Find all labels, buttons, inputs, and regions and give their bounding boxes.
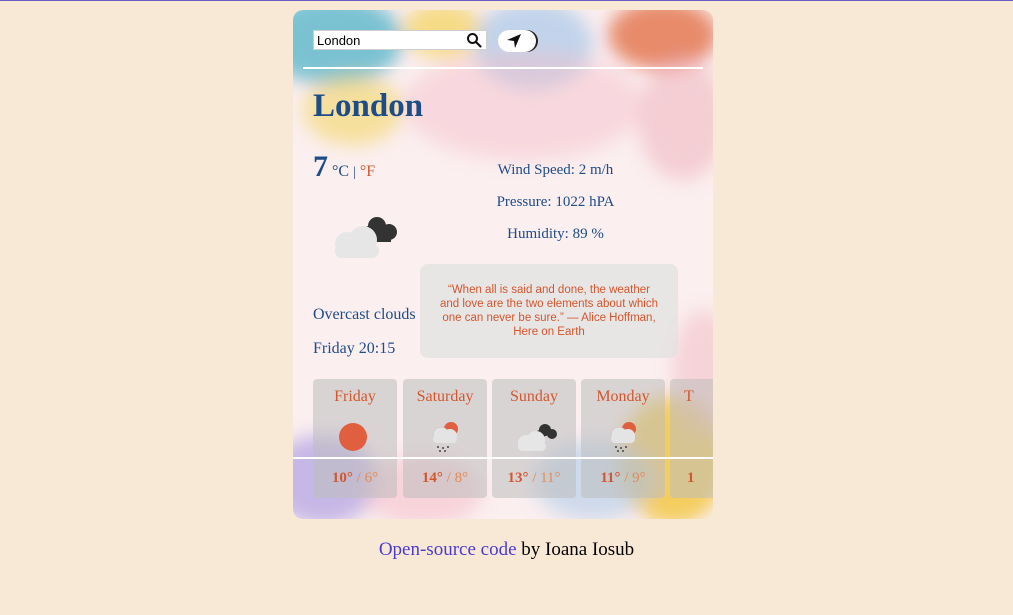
forecast-separator: /: [532, 470, 537, 486]
search-icon[interactable]: [466, 32, 484, 48]
forecast-low: 6°: [364, 470, 379, 486]
forecast-high: 1: [687, 470, 695, 486]
forecast-high: 14°: [421, 470, 443, 486]
temperature-value: 7: [313, 150, 328, 183]
forecast-day-name: Monday: [596, 388, 650, 405]
date-time: Friday 20:15: [313, 340, 396, 357]
forecast-low: 8°: [454, 470, 469, 486]
forecast-day: Friday 10° / 6°: [313, 379, 397, 498]
forecast-high: 10°: [331, 470, 353, 486]
overcast-clouds-icon: [327, 208, 399, 263]
search-bar: [313, 30, 487, 50]
current-temperature: 7 °C | °F: [313, 150, 375, 184]
footer-author: by Ioana Iosub: [516, 539, 635, 560]
search-input[interactable]: [314, 31, 470, 49]
forecast-temps: 11° / 9°: [581, 470, 665, 487]
city-name: London: [313, 88, 424, 124]
forecast-separator: /: [356, 470, 361, 486]
fahrenheit-link[interactable]: °F: [360, 163, 375, 180]
forecast-separator: /: [446, 470, 451, 486]
forecast-high: 13°: [507, 470, 529, 486]
forecast-list: Friday 10° / 6° Saturday 14° / 8° Sunday: [313, 379, 713, 499]
divider: [293, 457, 713, 459]
unit-separator: |: [353, 165, 356, 180]
forecast-day-name: Saturday: [416, 388, 474, 405]
forecast-day-name: T: [684, 388, 694, 405]
divider: [303, 67, 703, 69]
forecast-high: 11°: [600, 470, 621, 486]
location-arrow-icon: [507, 34, 521, 48]
celsius-link[interactable]: °C: [332, 163, 349, 180]
current-location-button[interactable]: [498, 30, 536, 52]
forecast-day: Monday 11° / 9°: [581, 379, 665, 498]
forecast-day: Saturday 14° / 8°: [403, 379, 487, 498]
overcast-clouds-icon: [514, 417, 558, 458]
forecast-temps: 1: [687, 470, 695, 487]
footer: Open-source code by Ioana Iosub: [0, 539, 1013, 561]
humidity: Humidity: 89 %: [507, 226, 604, 242]
wind-speed: Wind Speed: 2 m/h: [497, 162, 614, 178]
forecast-temps: 10° / 6°: [313, 470, 397, 487]
rain-cloud-sun-icon: [603, 417, 643, 458]
forecast-day: T 1: [670, 379, 713, 498]
forecast-low: 11°: [540, 470, 561, 486]
forecast-day-name: Friday: [334, 388, 376, 405]
forecast-temps: 13° / 11°: [492, 470, 576, 487]
source-code-link[interactable]: Open-source code: [379, 539, 517, 560]
sun-icon: [335, 417, 375, 458]
weather-description: Overcast clouds: [313, 306, 416, 323]
weather-quote: “When all is said and done, the weather …: [420, 264, 678, 358]
rain-cloud-sun-icon: [425, 417, 465, 458]
forecast-separator: /: [624, 470, 629, 486]
weather-details: Wind Speed: 2 m/h Pressure: 1022 hPA Hum…: [473, 160, 638, 256]
forecast-temps: 14° / 8°: [403, 470, 487, 487]
forecast-low: 9°: [632, 470, 646, 486]
weather-card: London 7 °C | °F Wind Speed: 2 m/h Press…: [293, 10, 713, 519]
forecast-day-name: Sunday: [510, 388, 558, 405]
forecast-day: Sunday 13° / 11°: [492, 379, 576, 498]
pressure: Pressure: 1022 hPA: [496, 194, 615, 210]
